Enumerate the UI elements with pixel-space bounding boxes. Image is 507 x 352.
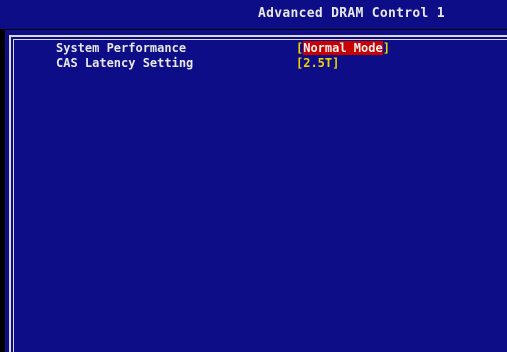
selected-value[interactable]: Normal Mode	[303, 41, 383, 55]
setting-row-cas-latency[interactable]: CAS Latency Setting [2.5T]	[0, 56, 507, 70]
setting-label: System Performance	[56, 41, 187, 55]
header-bar: Advanced DRAM Control 1	[0, 0, 507, 29]
panel-border	[9, 35, 507, 352]
setting-label: CAS Latency Setting	[56, 56, 194, 70]
setting-value[interactable]: [2.5T]	[296, 56, 339, 70]
option-value[interactable]: 2.5T	[303, 56, 332, 70]
setting-value[interactable]: [Normal Mode]	[296, 41, 390, 55]
bios-screen: Advanced DRAM Control 1 System Performan…	[0, 0, 507, 352]
close-bracket: ]	[332, 56, 340, 70]
close-bracket: ]	[382, 41, 390, 55]
page-title: Advanced DRAM Control 1	[258, 6, 445, 21]
setting-row-system-performance[interactable]: System Performance [Normal Mode]	[0, 41, 507, 55]
